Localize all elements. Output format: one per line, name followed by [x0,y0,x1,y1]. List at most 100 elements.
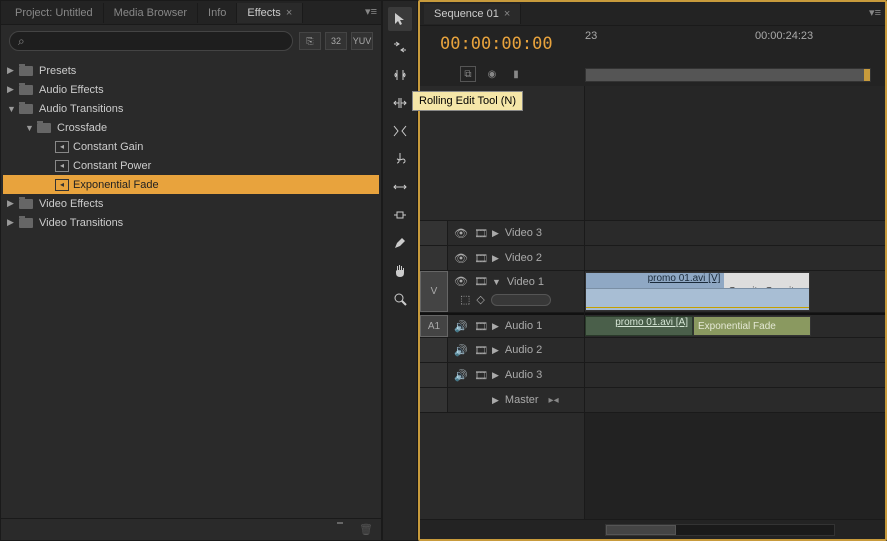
chevron-right-icon[interactable]: ▶ [492,321,499,332]
tree-item-video-transitions[interactable]: ▶Video Transitions [3,213,379,232]
track-target-v[interactable]: V [420,271,448,312]
tree-item-presets[interactable]: ▶Presets [3,61,379,80]
delete-icon[interactable]: 🗑 [359,523,373,536]
effects-tree: ▶Presets ▶Audio Effects ▼Audio Transitio… [1,57,381,518]
tree-item-constant-gain[interactable]: ◂Constant Gain [3,137,379,156]
folder-icon [37,122,53,134]
track-header-audio1[interactable]: A1 🔊🎞▶Audio 1 [420,313,584,338]
lock-icon[interactable]: 🎞 [474,344,486,357]
track-lane-video1[interactable]: promo 01.avi [V] Opacity:Opacity [585,271,885,313]
clip-audio1[interactable]: promo 01.avi [A] [585,316,693,336]
tree-item-exponential-fade[interactable]: ◂Exponential Fade [3,175,379,194]
chevron-right-icon[interactable]: ▶ [492,345,499,356]
zoom-tool[interactable] [388,287,412,311]
keyframe-navigator[interactable] [491,294,551,306]
eye-icon[interactable]: 👁 [454,275,468,289]
fx-32bit-button[interactable]: 32 [325,32,347,50]
close-icon[interactable]: × [501,8,510,20]
track-lane-video2[interactable] [585,246,885,271]
lock-icon[interactable]: 🎞 [474,252,486,265]
hand-tool[interactable] [388,259,412,283]
ripple-edit-tool[interactable] [388,63,412,87]
settings-button[interactable]: ▮ [508,66,524,82]
tree-item-audio-transitions[interactable]: ▼Audio Transitions [3,99,379,118]
current-timecode[interactable]: 00:00:00:00 [440,34,585,54]
rolling-edit-tool[interactable]: Rolling Edit Tool (N) [388,91,412,115]
track-lane-audio3[interactable] [585,363,885,388]
chevron-right-icon[interactable]: ▶ [492,228,499,239]
search-input[interactable] [29,35,284,47]
clip-video1[interactable]: promo 01.avi [V] Opacity:Opacity [585,272,810,311]
panel-tabs: Project: Untitled Media Browser Info Eff… [1,1,381,25]
marker-button[interactable]: ◉ [484,66,500,82]
work-area-handle[interactable] [864,69,870,81]
tab-media-browser[interactable]: Media Browser [104,3,198,23]
fx-accelerated-button[interactable]: ⎘ [299,32,321,50]
close-icon[interactable]: × [283,7,292,19]
search-box[interactable]: ⌕ [9,31,293,51]
chevron-right-icon[interactable]: ▶ [492,253,499,264]
sync-icon[interactable]: ▸◂ [549,395,563,406]
work-area-bar[interactable] [585,68,871,82]
search-icon: ⌕ [18,34,25,49]
tree-item-video-effects[interactable]: ▶Video Effects [3,194,379,213]
slide-tool[interactable] [388,203,412,227]
rate-stretch-tool[interactable] [388,119,412,143]
scroll-thumb[interactable] [606,525,676,535]
tab-info[interactable]: Info [198,3,237,23]
track-header-video2[interactable]: 👁🎞▶Video 2 [420,246,584,271]
chevron-right-icon[interactable]: ▶ [7,65,19,76]
track-content[interactable]: promo 01.avi [V] Opacity:Opacity promo 0… [585,86,885,519]
track-target-a1[interactable]: A1 [420,315,448,337]
new-bin-icon[interactable] [337,524,351,536]
keyframe-toggle-icon[interactable]: ⬚ [460,293,470,306]
lock-icon[interactable]: 🎞 [474,320,486,333]
track-select-tool[interactable] [388,35,412,59]
slip-tool[interactable] [388,175,412,199]
chevron-right-icon[interactable]: ▶ [7,217,19,228]
tab-effects[interactable]: Effects × [237,3,303,23]
chevron-right-icon[interactable]: ▶ [492,370,499,381]
track-header-audio3[interactable]: 🔊🎞▶Audio 3 [420,363,584,388]
chevron-down-icon[interactable]: ▼ [25,123,37,133]
chevron-down-icon[interactable]: ▼ [492,277,501,287]
time-ruler[interactable]: 23 00:00:24:23 [585,30,885,48]
chevron-right-icon[interactable]: ▶ [492,395,499,406]
panel-menu-icon[interactable]: ▾≡ [365,5,377,18]
fx-yuv-button[interactable]: YUV [351,32,373,50]
keyframe-diamond-icon[interactable]: ◇ [476,293,484,306]
chevron-right-icon[interactable]: ▶ [7,198,19,209]
track-header-video1[interactable]: V 👁🎞▼Video 1 ⬚◇ [420,271,584,313]
timeline-panel: Sequence 01 × ▾≡ 00:00:00:00 ⧉ ◉ ▮ 23 00… [418,0,887,541]
eye-icon[interactable]: 👁 [454,226,468,240]
track-lane-audio2[interactable] [585,338,885,363]
tree-item-constant-power[interactable]: ◂Constant Power [3,156,379,175]
track-header-video3[interactable]: 👁🎞▶Video 3 [420,221,584,246]
snap-button[interactable]: ⧉ [460,66,476,82]
speaker-icon[interactable]: 🔊 [454,343,468,357]
lock-icon[interactable]: 🎞 [474,369,486,382]
tab-project[interactable]: Project: Untitled [5,3,104,23]
track-header-master[interactable]: ▶Master▸◂ [420,388,584,413]
tracks-area: 👁🎞▶Video 3 👁🎞▶Video 2 V 👁🎞▼Video 1 ⬚◇ A1… [420,86,885,519]
track-lane-audio1[interactable]: promo 01.avi [A] Exponential Fade [585,313,885,338]
pen-tool[interactable] [388,231,412,255]
track-lane-master[interactable] [585,388,885,413]
selection-tool[interactable] [388,7,412,31]
lock-icon[interactable]: 🎞 [474,227,486,240]
chevron-down-icon[interactable]: ▼ [7,104,19,114]
tab-sequence[interactable]: Sequence 01 × [424,4,521,24]
eye-icon[interactable]: 👁 [454,251,468,265]
tree-item-audio-effects[interactable]: ▶Audio Effects [3,80,379,99]
zoom-scrollbar[interactable] [605,524,835,536]
tree-item-crossfade[interactable]: ▼Crossfade [3,118,379,137]
chevron-right-icon[interactable]: ▶ [7,84,19,95]
track-lane-video3[interactable] [585,221,885,246]
lock-icon[interactable]: 🎞 [474,275,486,288]
razor-tool[interactable] [388,147,412,171]
clip-transition[interactable]: Exponential Fade [693,316,811,336]
speaker-icon[interactable]: 🔊 [454,319,468,333]
track-header-audio2[interactable]: 🔊🎞▶Audio 2 [420,338,584,363]
panel-menu-icon[interactable]: ▾≡ [869,6,881,19]
speaker-icon[interactable]: 🔊 [454,368,468,382]
